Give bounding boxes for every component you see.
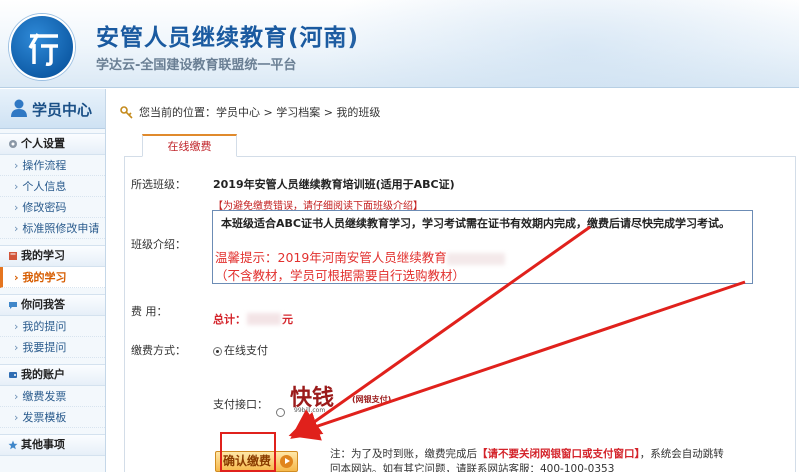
breadcrumb: 您当前的位置：学员中心 > 学习档案 > 我的班级 [120,104,380,120]
star-icon [8,440,18,450]
sidebar-item-ask-question[interactable]: 我要提问 [0,337,105,358]
kuaiqian-logo[interactable]: 快钱 99bill.com (网银支付) [290,380,410,420]
group-other: 其他事项 [0,434,105,456]
group-qa: 你问我答 [0,294,105,316]
sidebar-item-invoice[interactable]: 缴费发票 [0,386,105,407]
class-value: 2019年安管人员继续教育培训班(适用于ABC证) [213,178,455,191]
user-icon [11,99,27,117]
site-subtitle: 学达云-全国建设教育联盟统一平台 [96,58,297,73]
highlight-box [220,432,276,472]
class-intro-box: 本班级适合ABC证书人员继续教育学习，学习考试需在证书有效期内完成，缴费后请尽快… [212,210,753,284]
group-personal-settings: 个人设置 [0,133,105,155]
sidebar-item-profile[interactable]: 个人信息 [0,176,105,197]
fee-label: 费 用： [131,305,168,318]
site-header: 安管人员继续教育(河南) 学达云-全国建设教育联盟统一平台 [0,0,799,88]
chat-icon [9,302,17,309]
pay-method-label: 缴费方式： [131,344,186,357]
intro-label: 班级介绍： [131,238,186,251]
sidebar-item-process[interactable]: 操作流程 [0,155,105,176]
class-label: 所选班级： [131,178,186,191]
sidebar-header: 学员中心 [0,89,105,129]
sidebar-item-photo-request[interactable]: 标准照修改申请 [0,218,105,239]
redacted-amount [247,313,281,325]
pay-gateway-label: 支付接口： [213,398,268,411]
sidebar-title: 学员中心 [32,101,93,119]
gear-icon [9,140,17,148]
site-logo [9,14,75,80]
play-arrow-icon [280,455,293,468]
pay-method-online-radio[interactable]: 在线支付 [213,342,268,358]
book-icon [9,252,17,260]
site-title: 安管人员继续教育(河南) [96,25,360,51]
tab-online-payment[interactable]: 在线缴费 [142,134,237,157]
warm-reminder: 温馨提示：2019年河南安管人员继续教育（不含教材，学员可根据需要自行选购教材） [215,249,750,285]
radio-selected-icon[interactable] [213,346,222,356]
gateway-radio[interactable] [276,408,285,417]
total-amount: 总计：元 [213,313,293,326]
sidebar: 学员中心 个人设置 操作流程 个人信息 修改密码 标准照修改申请 我的学习 我的… [0,89,106,472]
payment-note: 注：为了及时到账，缴费完成后【请不要关闭网银窗口或支付窗口】，系统会自动跳转 回… [330,448,724,472]
sidebar-item-my-study[interactable]: 我的学习 [0,267,105,288]
logo-mark-icon [28,33,58,66]
group-account: 我的账户 [0,364,105,386]
wallet-icon [9,372,17,378]
group-my-study: 我的学习 [0,245,105,267]
sidebar-item-my-questions[interactable]: 我的提问 [0,316,105,337]
sidebar-item-password[interactable]: 修改密码 [0,197,105,218]
sidebar-item-invoice-template[interactable]: 发票模板 [0,407,105,428]
key-icon [120,105,133,119]
intro-description: 本班级适合ABC证书人员继续教育学习，学习考试需在证书有效期内完成，缴费后请尽快… [221,217,730,230]
redacted-text [446,252,505,265]
